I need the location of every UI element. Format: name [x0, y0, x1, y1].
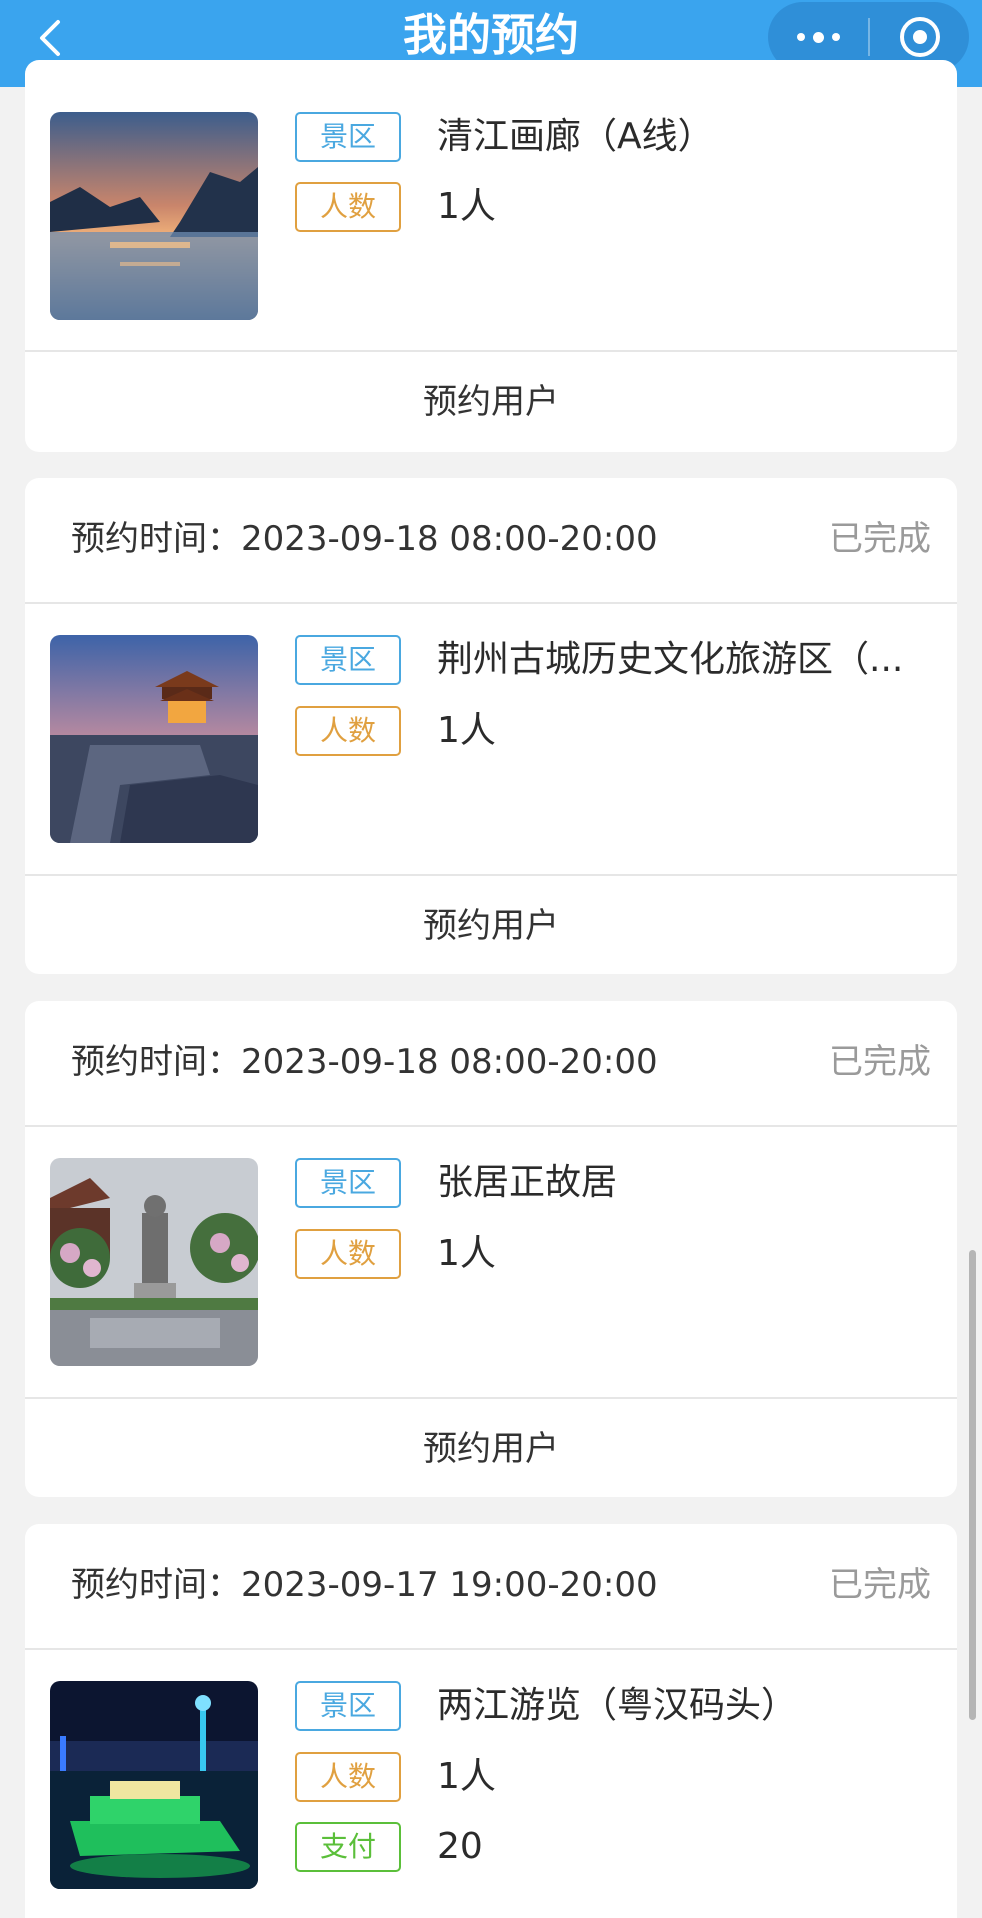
card-header: 预约时间：2023-09-18 08:00-20:00 已完成 — [25, 478, 957, 604]
statue-garden-photo — [50, 1158, 258, 1366]
scenic-name: 荆州古城历史文化旅游区（... — [437, 639, 904, 680]
scenic-name: 两江游览（粤汉码头） — [437, 1685, 798, 1726]
reservation-card: 景区 清江画廊（A线） 人数 1人 预约用户 — [25, 60, 957, 452]
reservation-time: 预约时间：2023-09-17 19:00-20:00 — [71, 1565, 658, 1605]
reservation-time: 预约时间：2023-09-18 08:00-20:00 — [71, 1042, 658, 1082]
statue-garden-image — [50, 1158, 258, 1366]
people-count: 1人 — [437, 1233, 496, 1274]
scrollbar[interactable] — [969, 1250, 976, 1720]
scenic-tag: 景区 — [295, 112, 401, 162]
night-cruise-image — [50, 1681, 258, 1889]
target-circle-icon — [899, 17, 940, 57]
night-cruise-photo — [50, 1681, 258, 1889]
reservation-time: 预约时间：2023-09-18 08:00-20:00 — [71, 519, 658, 559]
page: 我的预约 景区 清江画廊（A线） 人数 1人 预约用户 预约时间：2023-09… — [0, 0, 982, 1918]
reservation-card: 预约时间：2023-09-18 08:00-20:00 已完成 — [25, 1001, 957, 1497]
reservation-card: 预约时间：2023-09-17 19:00-20:00 已完成 景区 两江游览（… — [25, 1524, 957, 1918]
city-wall-tower-photo — [50, 635, 258, 843]
scenic-tag: 景区 — [295, 635, 401, 685]
people-tag: 人数 — [295, 1752, 401, 1802]
scenic-name: 张居正故居 — [437, 1162, 618, 1203]
people-count: 1人 — [437, 710, 496, 751]
card-header: 预约时间：2023-09-18 08:00-20:00 已完成 — [25, 1001, 957, 1127]
reservation-user-button[interactable]: 预约用户 — [25, 1397, 957, 1497]
pay-amount: 20 — [437, 1826, 483, 1867]
more-dots-icon — [796, 33, 805, 41]
people-tag: 人数 — [295, 182, 401, 232]
lake-sunset-image — [50, 112, 258, 320]
status-badge: 已完成 — [829, 519, 931, 559]
people-count: 1人 — [437, 1756, 496, 1797]
status-badge: 已完成 — [829, 1565, 931, 1605]
lake-sunset-photo — [50, 112, 258, 320]
scenic-name: 清江画廊（A线） — [437, 116, 714, 157]
people-tag: 人数 — [295, 1229, 401, 1279]
reservation-card: 预约时间：2023-09-18 08:00-20:00 已完成 — [25, 478, 957, 974]
reservation-user-button[interactable]: 预约用户 — [25, 350, 957, 450]
reservation-user-button[interactable]: 预约用户 — [25, 874, 957, 974]
scenic-tag: 景区 — [295, 1158, 401, 1208]
card-header: 预约时间：2023-09-17 19:00-20:00 已完成 — [25, 1524, 957, 1650]
people-tag: 人数 — [295, 706, 401, 756]
pay-tag: 支付 — [295, 1822, 401, 1872]
people-count: 1人 — [437, 186, 496, 227]
city-wall-image — [50, 635, 258, 843]
scenic-tag: 景区 — [295, 1681, 401, 1731]
status-badge: 已完成 — [829, 1042, 931, 1082]
